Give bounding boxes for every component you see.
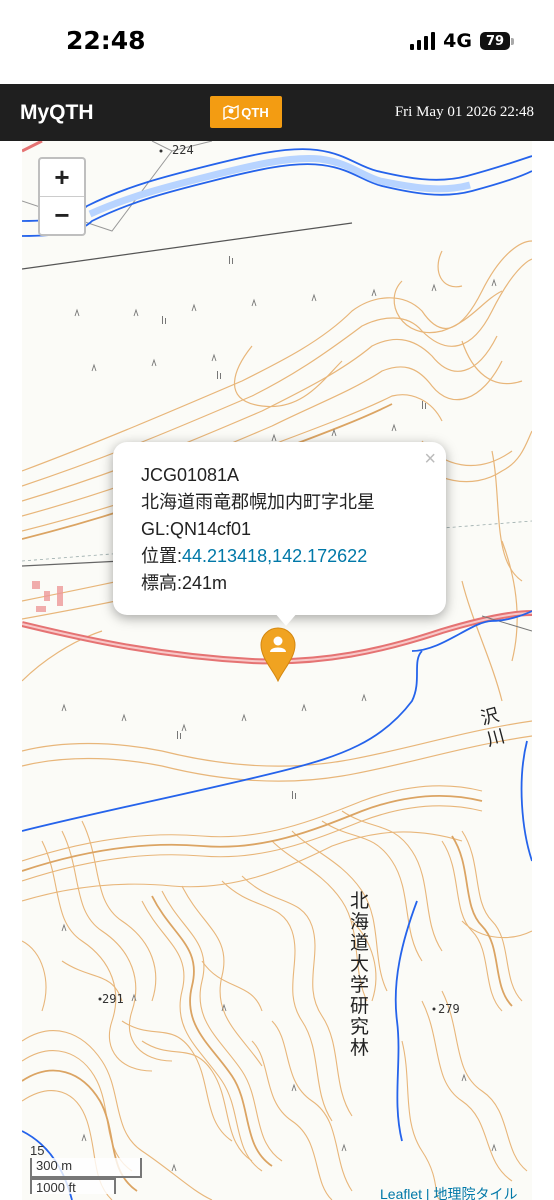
zoom-out-button[interactable]: −: [40, 197, 84, 234]
popup-tip: [274, 612, 298, 626]
zoom-in-button[interactable]: +: [40, 159, 84, 196]
popup-address: 北海道雨竜郡幌加内町字北星: [141, 492, 375, 512]
qth-button-label: QTH: [241, 104, 269, 120]
app-header: MyQTH QTH Fri May 01 2026 22:48: [0, 84, 554, 141]
zoom-control: + −: [38, 157, 86, 236]
popup-position: 位置:44.213418,142.172622: [141, 543, 375, 570]
user-pin-icon: [260, 627, 296, 683]
map-scale: 15 300 m 1000 ft: [30, 1143, 142, 1195]
zoom-level: 15: [30, 1143, 45, 1158]
popup-elevation: 標高:241m: [141, 573, 228, 593]
status-indicators: 4G 79: [410, 30, 514, 52]
map-attribution[interactable]: Leaflet | 地理院タイル: [380, 1184, 517, 1200]
status-time: 22:48: [66, 26, 146, 55]
popup-position-label: 位置:: [141, 546, 183, 566]
map-pin-icon: [223, 104, 239, 120]
spot-elevation-224: 224: [172, 143, 194, 157]
popup-close-button[interactable]: ×: [424, 448, 436, 471]
popup-content: JCG01081A 北海道雨竜郡幌加内町字北星 GL:QN14cf01 位置:4…: [141, 462, 375, 597]
status-bar: 22:48 4G 79: [0, 0, 554, 84]
header-datetime: Fri May 01 2026 22:48: [394, 104, 534, 120]
popup-code: JCG01081A: [141, 465, 240, 485]
spot-elevation-291: 291: [102, 992, 124, 1006]
spot-elevation-279: 279: [438, 1002, 460, 1016]
location-popup: × JCG01081A 北海道雨竜郡幌加内町字北星 GL:QN14cf01 位置…: [113, 442, 446, 615]
location-marker[interactable]: [259, 626, 297, 687]
signal-icon: [410, 32, 436, 50]
network-type: 4G: [443, 30, 472, 52]
scale-imperial: 1000 ft: [30, 1178, 116, 1195]
battery-level: 79: [480, 32, 510, 50]
qth-button[interactable]: QTH: [210, 96, 282, 128]
app-title: MyQTH: [20, 101, 94, 124]
place-label-forest: 北海道大学研究林: [350, 890, 370, 1059]
popup-position-link[interactable]: 44.213418,142.172622: [182, 546, 367, 566]
popup-grid-locator: GL:QN14cf01: [141, 519, 252, 539]
scale-metric: 300 m: [30, 1158, 142, 1178]
battery-icon: 79: [480, 32, 514, 50]
